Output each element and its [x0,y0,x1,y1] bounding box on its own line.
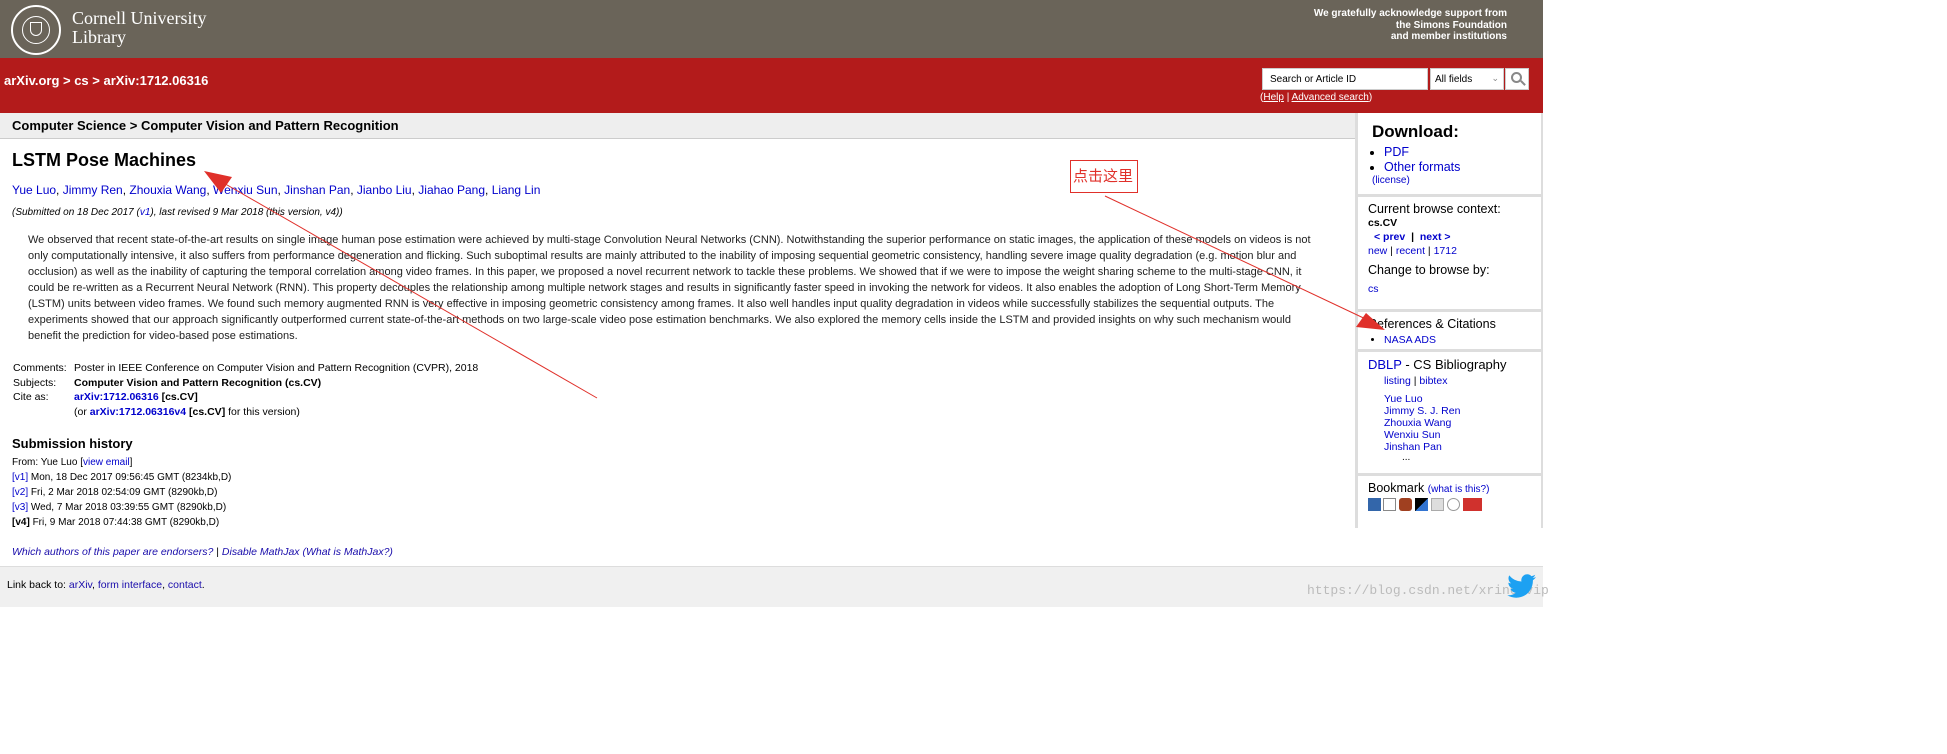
thin-arrow-line-1 [214,177,598,399]
twitter-icon[interactable] [1507,574,1537,598]
thin-arrow-line-2 [1104,195,1373,323]
annotation-arrows [204,171,1385,399]
click-here-annotation: 点击这里 [1070,160,1138,193]
arrowhead-right-icon [1356,313,1385,330]
arrowhead-left-icon [204,171,232,193]
